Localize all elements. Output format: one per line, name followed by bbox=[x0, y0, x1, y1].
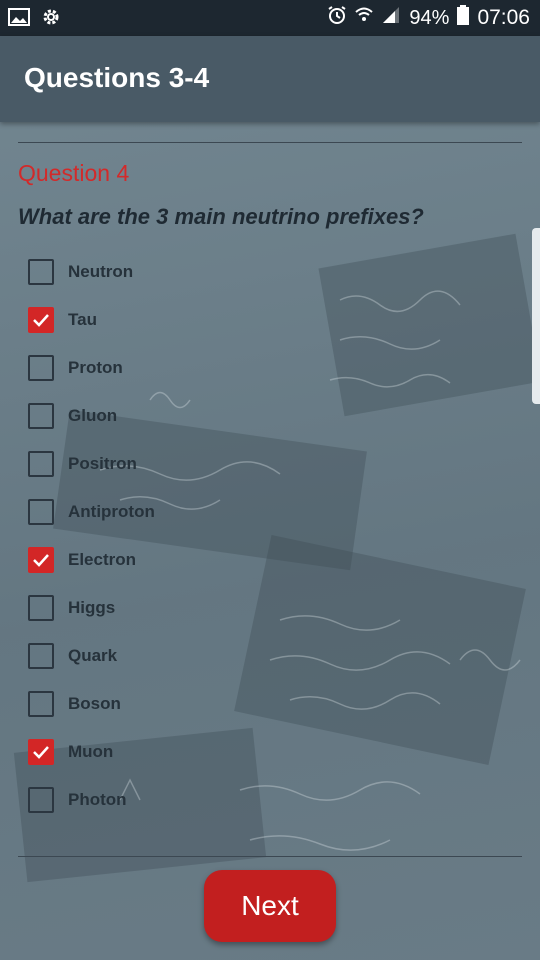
image-icon bbox=[8, 8, 30, 32]
checkbox[interactable] bbox=[28, 739, 54, 765]
checkmark-icon bbox=[33, 554, 49, 567]
checkbox[interactable] bbox=[28, 787, 54, 813]
answer-option[interactable]: Boson bbox=[26, 680, 155, 728]
checkbox[interactable] bbox=[28, 403, 54, 429]
bottom-divider bbox=[18, 856, 522, 857]
battery-icon bbox=[457, 5, 470, 31]
alarm-icon bbox=[327, 5, 347, 31]
status-bar: 94% 07:06 bbox=[0, 0, 540, 36]
checkbox[interactable] bbox=[28, 307, 54, 333]
answer-option[interactable]: Electron bbox=[26, 536, 155, 584]
clock: 07:06 bbox=[477, 6, 530, 29]
signal-icon bbox=[381, 5, 401, 31]
answer-option[interactable]: Proton bbox=[26, 344, 155, 392]
option-label: Boson bbox=[68, 694, 121, 713]
answer-option[interactable]: Neutron bbox=[26, 248, 155, 296]
answer-option[interactable]: Antiproton bbox=[26, 488, 155, 536]
option-label: Antiproton bbox=[68, 502, 155, 521]
option-label: Tau bbox=[68, 310, 97, 329]
answer-option[interactable]: Gluon bbox=[26, 392, 155, 440]
option-label: Quark bbox=[68, 646, 118, 665]
option-label: Proton bbox=[68, 358, 123, 377]
checkbox[interactable] bbox=[28, 355, 54, 381]
answer-option[interactable]: Higgs bbox=[26, 584, 155, 632]
checkbox[interactable] bbox=[28, 547, 54, 573]
answer-option[interactable]: Quark bbox=[26, 632, 155, 680]
checkmark-icon bbox=[33, 746, 49, 759]
checkbox[interactable] bbox=[28, 499, 54, 525]
checkbox[interactable] bbox=[28, 643, 54, 669]
option-label: Electron bbox=[68, 550, 137, 569]
scrollbar-thumb[interactable] bbox=[532, 228, 540, 404]
checkmark-icon bbox=[33, 314, 49, 327]
option-label: Higgs bbox=[68, 598, 116, 617]
app-bar: Questions 3-4 bbox=[0, 36, 540, 122]
checkbox[interactable] bbox=[28, 595, 54, 621]
question-text: What are the 3 main neutrino prefixes? bbox=[18, 204, 424, 229]
battery-percent: 94% bbox=[409, 6, 450, 29]
option-label: Neutron bbox=[68, 262, 134, 281]
answer-option[interactable]: Tau bbox=[26, 296, 155, 344]
settings-icon bbox=[40, 6, 62, 34]
answer-option[interactable]: Muon bbox=[26, 728, 155, 776]
question-number: Question 4 bbox=[18, 160, 130, 186]
top-divider bbox=[18, 142, 522, 143]
screen: 94% 07:06 Questions 3-4 Question 4 What … bbox=[0, 0, 540, 960]
option-label: Gluon bbox=[68, 406, 118, 425]
option-label: Positron bbox=[68, 454, 137, 473]
wifi-icon bbox=[355, 5, 374, 31]
checkbox[interactable] bbox=[28, 451, 54, 477]
option-label: Photon bbox=[68, 790, 127, 809]
page-title: Questions 3-4 bbox=[24, 62, 210, 93]
option-label: Muon bbox=[68, 742, 114, 761]
answer-option[interactable]: Photon bbox=[26, 776, 155, 824]
answer-option[interactable]: Positron bbox=[26, 440, 155, 488]
checkbox[interactable] bbox=[28, 259, 54, 285]
answer-options-list: Neutron Tau Proton Gluon Positron Antiproton E… bbox=[26, 248, 155, 824]
checkbox[interactable] bbox=[28, 691, 54, 717]
next-button[interactable]: Next bbox=[204, 870, 336, 942]
